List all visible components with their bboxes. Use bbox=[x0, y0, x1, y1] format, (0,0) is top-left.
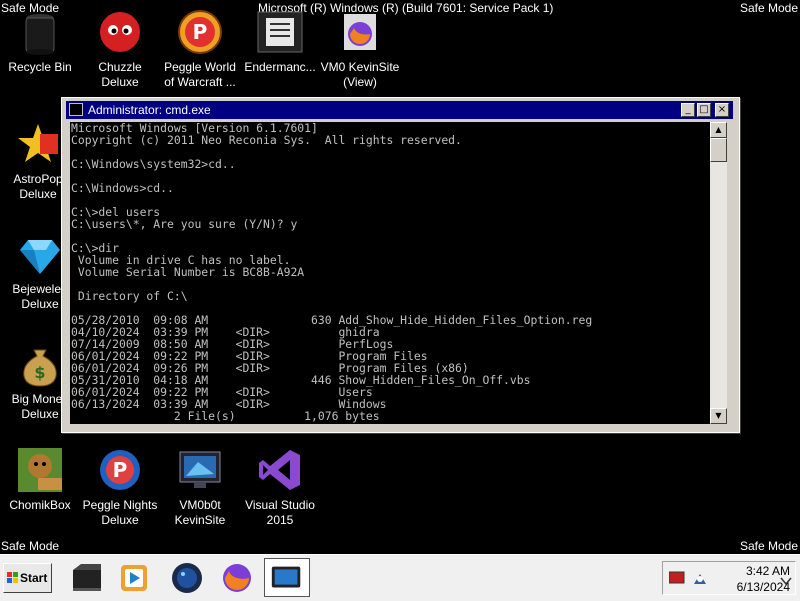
start-label: Start bbox=[20, 571, 48, 585]
desktop-icon-label: VM0b0t bbox=[179, 498, 221, 512]
close-button[interactable]: × bbox=[715, 103, 729, 117]
desktop-icon-vm0b0t[interactable]: VM0b0t KevinSite bbox=[160, 446, 240, 528]
console-line: C:\Windows>cd.. bbox=[71, 181, 174, 195]
peggle-nights-icon: P bbox=[96, 446, 144, 494]
desktop-icon-peggle-nights[interactable]: P Peggle Nights Deluxe bbox=[80, 446, 160, 528]
vertical-scrollbar[interactable]: ▲ ▼ bbox=[710, 122, 727, 424]
maximize-button[interactable]: □ bbox=[697, 103, 711, 117]
firefox-icon bbox=[336, 8, 384, 56]
desktop-icon-visual-studio[interactable]: Visual Studio 2015 bbox=[240, 446, 320, 528]
desktop-icon-endermanc[interactable]: Endermanc... bbox=[240, 8, 320, 75]
scroll-thumb[interactable] bbox=[710, 138, 727, 162]
desktop-icon-label: VM0 KevinSite bbox=[320, 60, 400, 74]
console-line: Copyright (c) 2011 Neo Reconia Sys. All … bbox=[71, 133, 462, 147]
cmd-icon bbox=[69, 103, 83, 116]
console-output[interactable]: Microsoft Windows [Version 6.1.7601] Copy… bbox=[70, 122, 710, 424]
scroll-down-arrow-icon[interactable]: ▼ bbox=[710, 408, 727, 424]
desktop-icon-label-2: (View) bbox=[343, 75, 377, 89]
console-line: C:\Windows\system32>cd.. bbox=[71, 157, 236, 171]
desktop-icon-label-2: Deluxe bbox=[101, 513, 139, 527]
windows-flag-icon bbox=[7, 572, 18, 583]
minimize-button[interactable]: _ bbox=[681, 103, 695, 117]
desktop-icon-label: Chuzzle bbox=[98, 60, 142, 74]
clock-date: 6/13/2024 bbox=[736, 580, 790, 594]
cmd-monitor-icon bbox=[271, 566, 301, 588]
money-bag-icon: $ bbox=[16, 340, 64, 388]
desktop-icon-label-2: Deluxe bbox=[101, 75, 139, 89]
taskbar-media-player-icon[interactable] bbox=[117, 561, 151, 595]
desktop-icon-label: Recycle Bin bbox=[8, 60, 72, 74]
scroll-up-arrow-icon[interactable]: ▲ bbox=[710, 122, 727, 138]
desktop-icon-chomikbox[interactable]: ChomikBox bbox=[0, 446, 80, 513]
console-line: Directory of C:\ bbox=[71, 289, 188, 303]
safe-mode-label-bottom-right: Safe Mode bbox=[739, 539, 798, 553]
desktop-icon-label: Peggle World bbox=[164, 60, 236, 74]
desktop-icon-vm0-kevinsite[interactable]: VM0 KevinSite (View) bbox=[320, 8, 400, 90]
chomikbox-icon bbox=[16, 446, 64, 494]
desktop-icon-label-2: 2015 bbox=[266, 513, 294, 527]
desktop-icon-label-2: KevinSite bbox=[174, 513, 226, 527]
astropop-icon bbox=[14, 120, 62, 168]
svg-text:$: $ bbox=[34, 363, 45, 382]
safe-mode-label-bottom-left: Safe Mode bbox=[1, 539, 60, 553]
desktop-icon-label: Peggle Nights bbox=[82, 498, 158, 512]
visual-studio-icon bbox=[256, 446, 304, 494]
recycle-bin-icon bbox=[16, 8, 64, 56]
vm-monitor-icon bbox=[176, 446, 224, 494]
cmd-window[interactable]: Administrator: cmd.exe _ □ × Microsoft W… bbox=[61, 97, 740, 433]
cmd-title: Administrator: cmd.exe bbox=[88, 103, 211, 117]
desktop-icon-recycle-bin[interactable]: Recycle Bin bbox=[0, 8, 80, 75]
taskbar-globe-icon[interactable] bbox=[170, 561, 204, 595]
desktop-icon-peggle-world[interactable]: P Peggle World of Warcraft ... bbox=[160, 8, 240, 90]
desktop-icon-label: Visual Studio bbox=[245, 498, 315, 512]
svg-text:P: P bbox=[193, 20, 208, 44]
safe-mode-label-top-right: Safe Mode bbox=[739, 1, 798, 15]
cmd-title-bar[interactable]: Administrator: cmd.exe _ □ × bbox=[66, 101, 733, 119]
taskbar-firefox-icon[interactable] bbox=[220, 561, 254, 595]
chuzzle-icon bbox=[96, 8, 144, 56]
desktop-icon-label-2: of Warcraft ... bbox=[164, 75, 236, 89]
svg-text:P: P bbox=[113, 458, 128, 482]
bejeweled-icon bbox=[16, 230, 64, 278]
system-clock[interactable]: 3:42 AM 6/13/2024 bbox=[680, 563, 790, 595]
taskbar-cmd-button[interactable] bbox=[264, 558, 310, 597]
console-line: Volume Serial Number is BC8B-A92A bbox=[71, 265, 305, 279]
desktop-icon-label: Endermanc... bbox=[244, 60, 316, 74]
start-button[interactable]: Start bbox=[3, 563, 52, 593]
console-line: C:\users\*, Are you sure (Y/N)? y bbox=[71, 217, 298, 231]
desktop-icon-chuzzle[interactable]: Chuzzle Deluxe bbox=[80, 8, 160, 90]
show-hidden-icons-icon[interactable] bbox=[779, 575, 793, 587]
console-line: 2 File(s) 1,076 bytes bbox=[71, 409, 380, 423]
desktop-icon-label: ChomikBox bbox=[9, 498, 71, 512]
console-text: Microsoft Windows [Version 6.1.7601] Copy… bbox=[70, 122, 710, 422]
taskbar: Start 3:42 AM 6/13/2024 bbox=[0, 554, 800, 601]
document-icon bbox=[256, 8, 304, 56]
peggle-icon: P bbox=[176, 8, 224, 56]
clock-time: 3:42 AM bbox=[745, 564, 790, 578]
taskbar-explorer-icon[interactable] bbox=[70, 561, 104, 595]
